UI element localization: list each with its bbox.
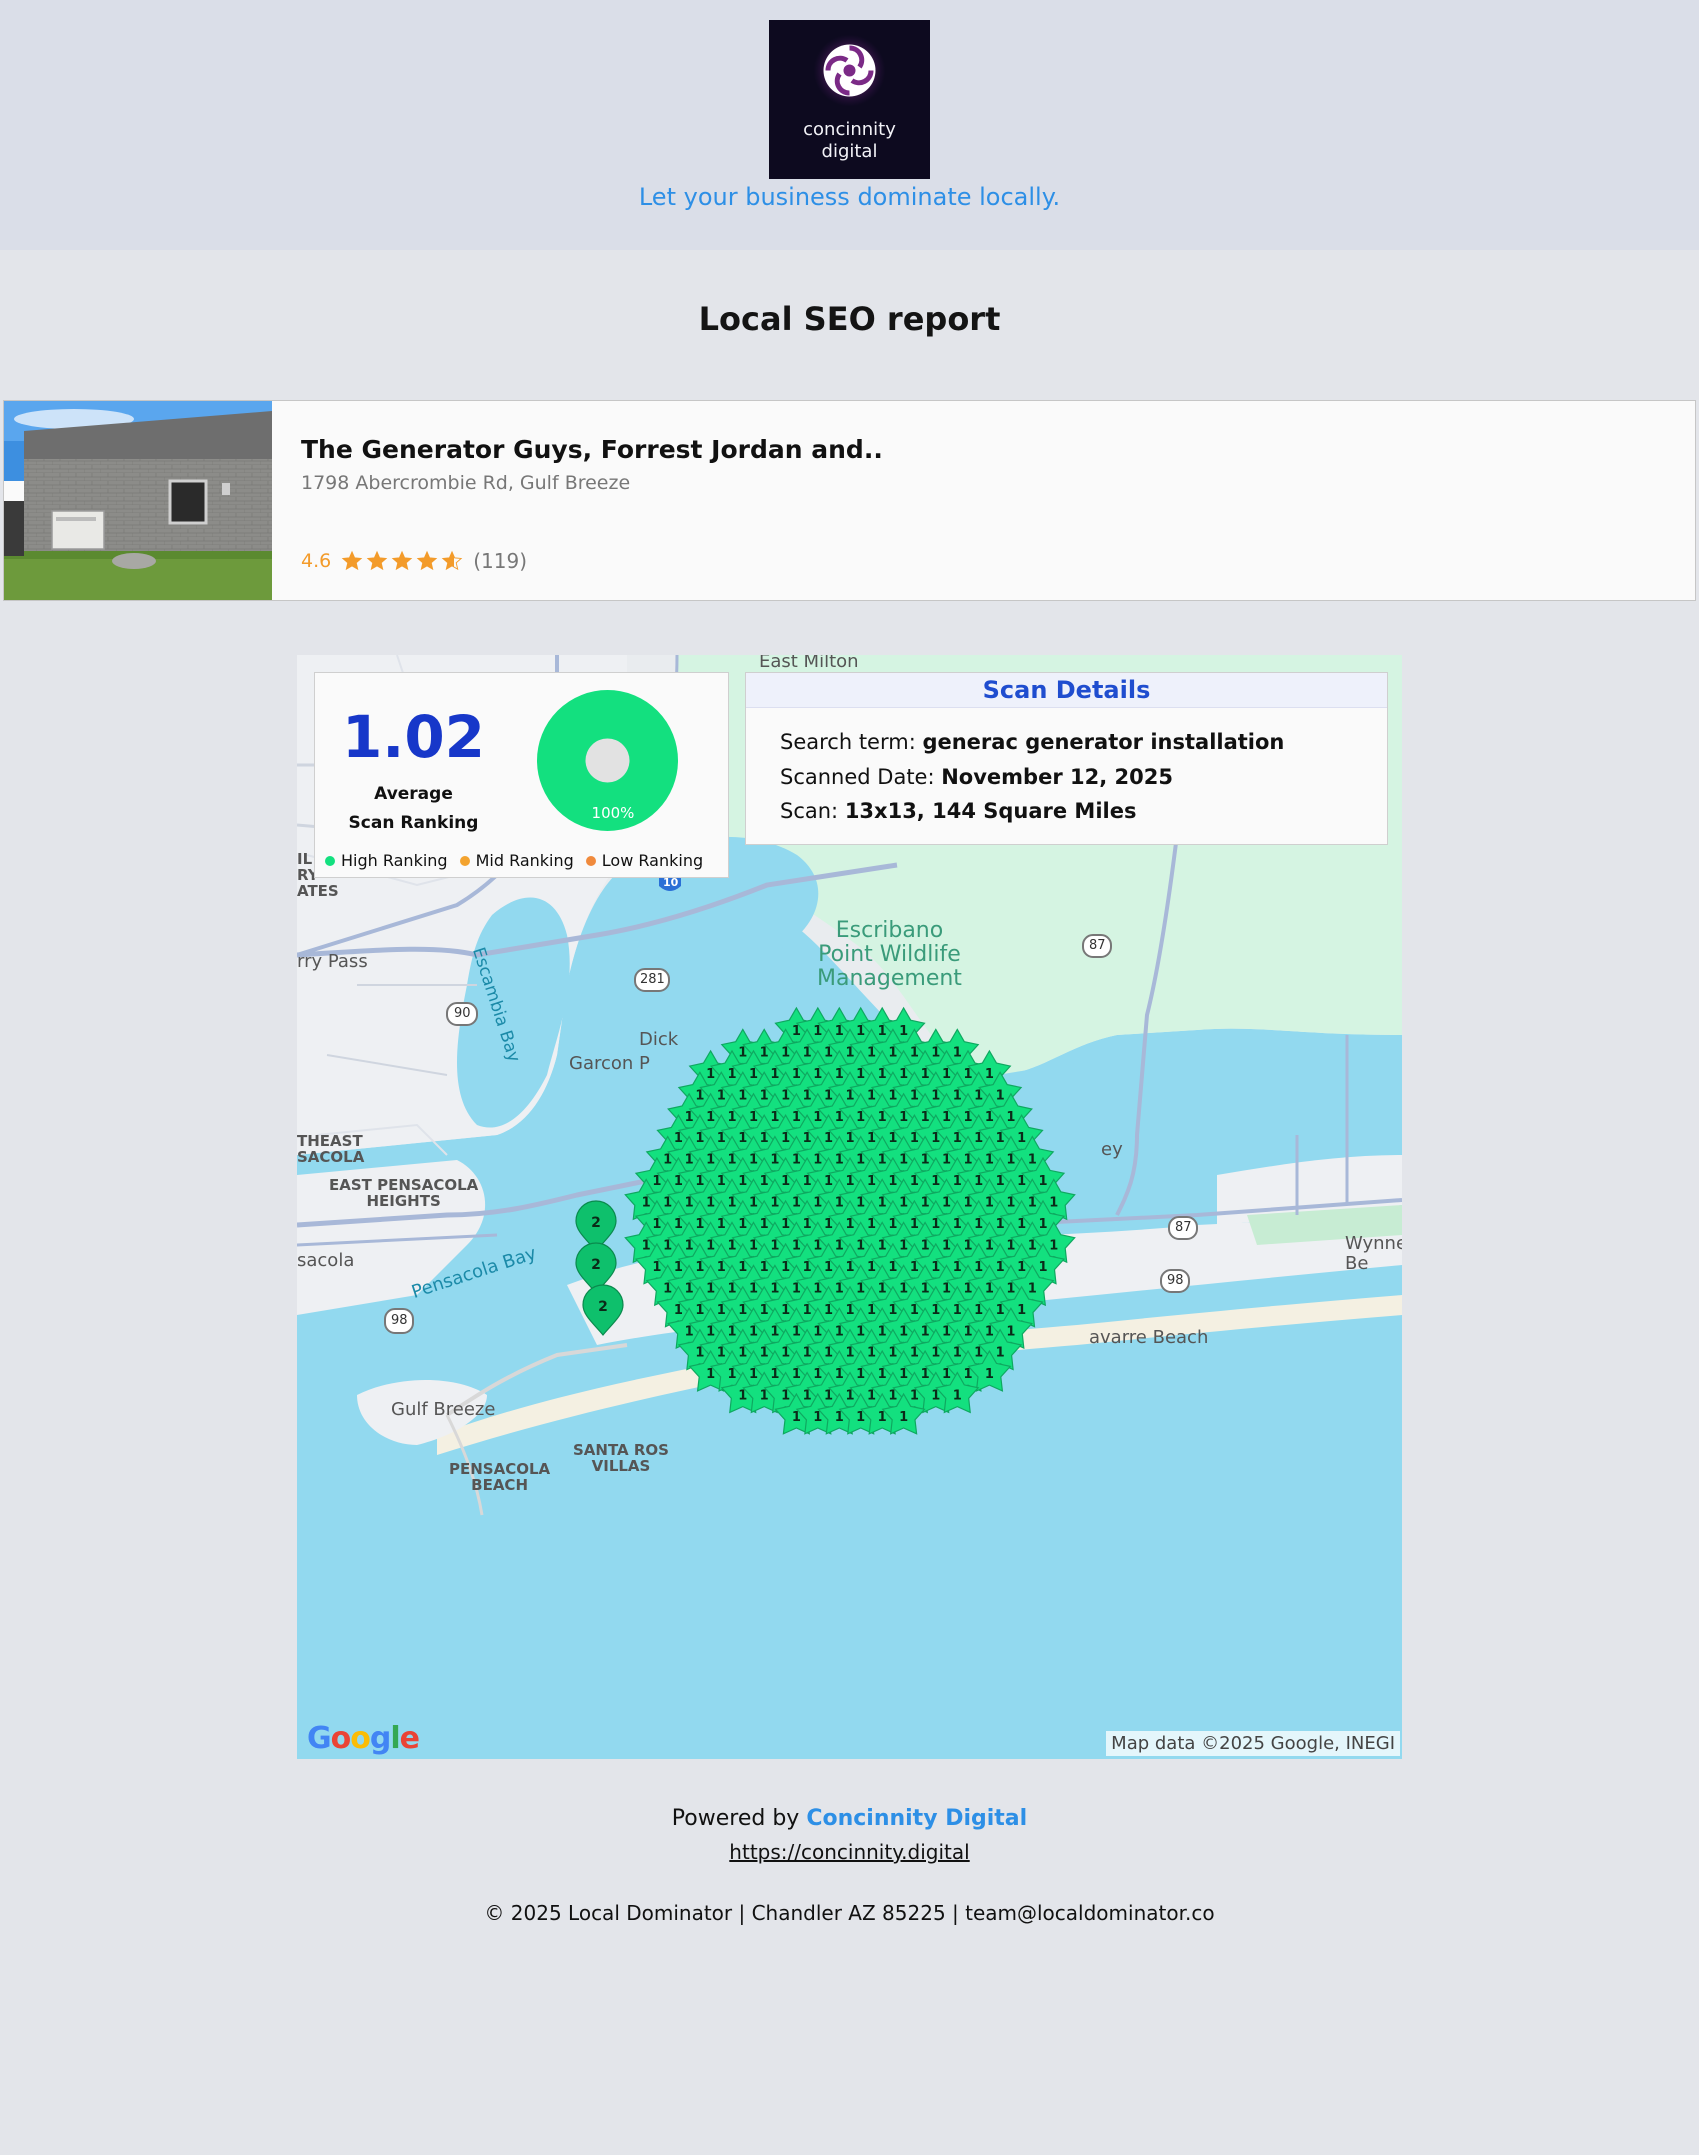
rank-pin-label: 1 (899, 1410, 908, 1425)
rank-pin-label: 1 (1028, 1153, 1037, 1168)
review-count[interactable]: (119) (473, 549, 527, 573)
legend-high-dot (325, 855, 335, 866)
rating-value: 4.6 (301, 550, 332, 572)
header: concinnity digital Let your business dom… (0, 0, 1699, 250)
legend-high: High Ranking (325, 851, 448, 870)
business-rating: 4.6 (119) (301, 548, 527, 574)
rank-pin-label: 1 (1038, 1217, 1047, 1232)
business-name[interactable]: The Generator Guys, Forrest Jordan and.. (301, 435, 883, 464)
tagline: Let your business dominate locally. (638, 183, 1061, 211)
powered-by-prefix: Powered by (671, 1806, 807, 1831)
logo-text-line2: digital (821, 141, 878, 162)
scanned-date-label: Scanned Date: (780, 765, 942, 789)
logo-text-line1: concinnity (803, 119, 896, 140)
rank-pin-outlier-label: 2 (591, 1215, 601, 1231)
rank-pin-label: 1 (953, 1045, 962, 1060)
google-logo-letter: l (390, 1721, 400, 1756)
rank-pin-outlier[interactable]: 2 (575, 1242, 617, 1294)
legend-mid-dot (459, 855, 470, 866)
brand-logo[interactable]: concinnity digital (769, 20, 930, 179)
rank-pin-label: 1 (953, 1389, 962, 1404)
ranking-legend: High Ranking Mid Ranking Low Ranking (325, 851, 715, 870)
star-icon (366, 550, 388, 571)
legend-mid-label: Mid Ranking (475, 851, 574, 870)
rank-pin-outlier-label: 2 (591, 1257, 601, 1273)
ranking-donut-chart: 100% (537, 690, 678, 831)
legend-mid: Mid Ranking (459, 851, 574, 870)
google-logo-letter: o (350, 1721, 371, 1756)
rank-pin-label: 1 (1006, 1324, 1015, 1339)
rank-pin-label: 1 (1038, 1174, 1047, 1189)
scan-size-value: 13x13, 144 Square Miles (844, 799, 1137, 823)
donut-hole (585, 738, 630, 783)
google-logo-letter: G (307, 1721, 332, 1756)
search-term-row: Search term: generac generator installat… (780, 730, 1284, 754)
legend-low-dot (585, 855, 596, 866)
scan-size-row: Scan: 13x13, 144 Square Miles (780, 799, 1136, 823)
rank-pin-label: 1 (1049, 1196, 1058, 1211)
star-icon (416, 550, 438, 571)
legend-low-label: Low Ranking (601, 851, 704, 870)
google-logo-letter: g (369, 1721, 392, 1756)
report-title: Local SEO report (698, 300, 1001, 338)
donut-percent-label: 100% (592, 804, 635, 822)
rank-pin-label: 1 (996, 1346, 1005, 1361)
star-rating (341, 550, 463, 572)
scan-size-label: Scan: (780, 799, 845, 823)
scanned-date-value: November 12, 2025 (941, 765, 1173, 789)
star-icon (441, 550, 463, 571)
map-attribution[interactable]: Map data ©2025 Google, INEGI (1106, 1731, 1400, 1756)
rank-pin-label: 1 (1028, 1281, 1037, 1296)
powered-by: Powered by Concinnity Digital (0, 1806, 1699, 1831)
business-photo (4, 401, 272, 600)
business-card: The Generator Guys, Forrest Jordan and..… (3, 400, 1696, 601)
rank-pin-label: 1 (1017, 1303, 1026, 1318)
legend-low: Low Ranking (585, 851, 704, 870)
rank-pin-label: 1 (985, 1367, 994, 1382)
star-icon (391, 550, 413, 571)
rank-pin-outlier-label: 2 (598, 1299, 608, 1315)
scan-details-title: Scan Details (746, 673, 1387, 708)
average-ranking-label-2: Scan Ranking (348, 813, 479, 833)
rank-pin-label: 1 (1017, 1131, 1026, 1146)
rank-pin-label: 1 (1038, 1260, 1047, 1275)
legend-high-label: High Ranking (341, 851, 448, 870)
average-ranking-value: 1.02 (341, 703, 486, 771)
rank-pin-label: 1 (899, 1024, 908, 1039)
scan-map[interactable]: East Milton Escribano Point Wildlife Man… (297, 655, 1402, 1759)
google-logo-letter: e (399, 1721, 420, 1756)
rank-pin-label: 1 (985, 1067, 994, 1082)
footer-url-link[interactable]: https://concinnity.digital (0, 1840, 1699, 1864)
business-address: 1798 Abercrombie Rd, Gulf Breeze (301, 472, 631, 494)
rank-pin-label: 1 (1049, 1239, 1058, 1254)
star-icon (341, 550, 363, 571)
search-term-label: Search term: (780, 730, 923, 754)
scan-details-card: Scan Details Search term: generac genera… (745, 672, 1388, 845)
footer-copyright: © 2025 Local Dominator | Chandler AZ 852… (484, 1901, 1215, 1925)
swirl-logo-icon (813, 34, 886, 107)
rank-pin-label: 1 (996, 1088, 1005, 1103)
rank-pin-label: 1 (1006, 1110, 1015, 1125)
powered-by-brand-link[interactable]: Concinnity Digital (806, 1806, 1027, 1831)
average-ranking-label-1: Average (374, 784, 453, 804)
rank-pin-outlier[interactable]: 2 (582, 1284, 624, 1336)
ranking-card: 1.02 Average Scan Ranking 100% High Rank… (314, 672, 729, 878)
google-logo-letter: o (330, 1721, 352, 1756)
scanned-date-row: Scanned Date: November 12, 2025 (780, 765, 1173, 789)
google-logo: Google (307, 1721, 420, 1756)
search-term-value: generac generator installation (922, 730, 1285, 754)
